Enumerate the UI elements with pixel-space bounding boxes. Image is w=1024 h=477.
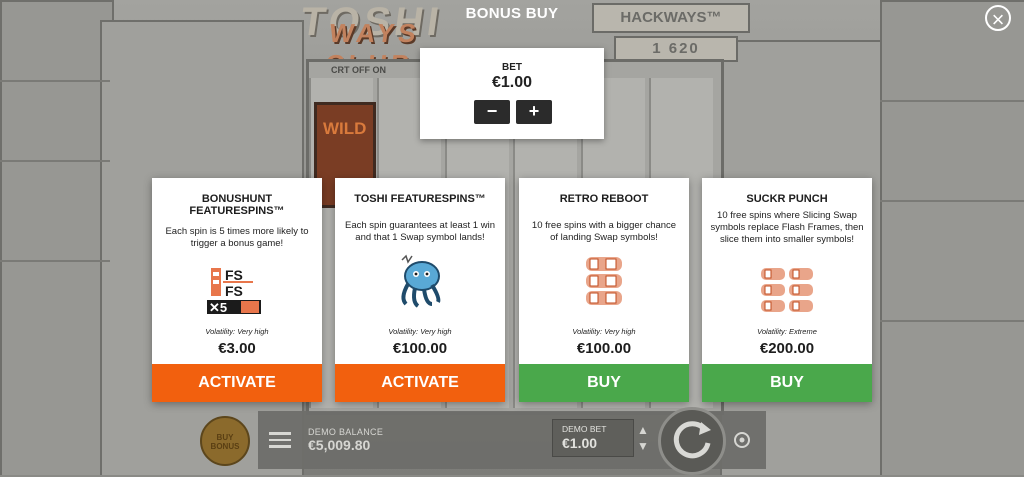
card-price: €100.00 — [392, 340, 448, 357]
card-title: RETRO REBOOT — [559, 193, 649, 205]
building-right — [880, 0, 1024, 475]
spin-icon — [673, 421, 711, 459]
card-price: €100.00 — [576, 340, 632, 357]
balance-value: €5,009.80 — [308, 437, 371, 453]
crt-toggle-label: CRT OFF ON — [331, 65, 386, 75]
spin-button[interactable] — [658, 407, 726, 475]
buy-bonus-button[interactable]: BUY BONUS — [200, 416, 250, 466]
demo-bet-value: €1.00 — [562, 435, 598, 451]
bet-increase-button[interactable]: + — [516, 100, 552, 124]
bonus-card-retro-reboot: RETRO REBOOT 10 free spins with a bigger… — [519, 178, 689, 402]
bonus-card-suckr-punch: SUCKR PUNCH 10 free spins where Slicing … — [702, 178, 872, 402]
svg-text:✕5: ✕5 — [209, 300, 227, 315]
card-volatility: Volatility: Extreme — [757, 327, 817, 336]
card-volatility: Volatility: Very high — [388, 327, 452, 336]
bonus-card-bonushunt: BONUSHUNT FEATURESPINS™ Each spin is 5 t… — [152, 178, 322, 402]
menu-icon[interactable] — [269, 432, 291, 448]
card-title: SUCKR PUNCH — [746, 193, 828, 205]
balance-label: DEMO BALANCE — [308, 427, 384, 437]
svg-text:FS: FS — [225, 283, 243, 299]
bet-down-icon[interactable]: ▼ — [636, 440, 650, 452]
card-volatility: Volatility: Very high — [572, 327, 636, 336]
activate-button[interactable]: ACTIVATE — [152, 364, 322, 402]
card-description: Each spin is 5 times more likely to trig… — [165, 226, 309, 249]
swap-symbols-icon — [564, 254, 644, 310]
bet-value: €1.00 — [491, 74, 533, 91]
bet-label: BET — [502, 62, 522, 73]
activate-button[interactable]: ACTIVATE — [335, 364, 505, 402]
building-left — [0, 0, 114, 475]
bonus-card-toshi: TOSHI FEATURESPINS™ Each spin guarantees… — [335, 178, 505, 402]
bet-up-icon[interactable]: ▲ — [636, 424, 650, 436]
card-title: BONUSHUNT FEATURESPINS™ — [189, 193, 285, 217]
fs-x5-icon: FS FS ✕5 — [197, 260, 277, 316]
buy-button[interactable]: BUY — [702, 364, 872, 402]
svg-text:FS: FS — [225, 267, 243, 283]
octopus-icon — [380, 254, 460, 310]
buy-button[interactable]: BUY — [519, 364, 689, 402]
card-volatility: Volatility: Very high — [205, 327, 269, 336]
close-button[interactable]: × — [985, 5, 1011, 32]
autoplay-icon[interactable] — [732, 430, 752, 450]
card-price: €3.00 — [218, 340, 256, 357]
close-icon: × — [991, 7, 1005, 32]
card-title: TOSHI FEATURESPINS™ — [354, 193, 486, 205]
demo-bet-label: DEMO BET — [562, 424, 607, 434]
bet-panel: BET €1.00 − + — [420, 48, 604, 139]
sliced-symbols-icon — [747, 266, 827, 322]
card-description: 10 free spins where Slicing Swap symbols… — [710, 210, 864, 245]
dialog-title: BONUS BUY — [465, 5, 559, 22]
card-description: Each spin guarantees at least 1 win and … — [345, 220, 495, 243]
card-description: 10 free spins with a bigger chance of la… — [531, 220, 677, 243]
bet-decrease-button[interactable]: − — [474, 100, 510, 124]
card-price: €200.00 — [759, 340, 815, 357]
